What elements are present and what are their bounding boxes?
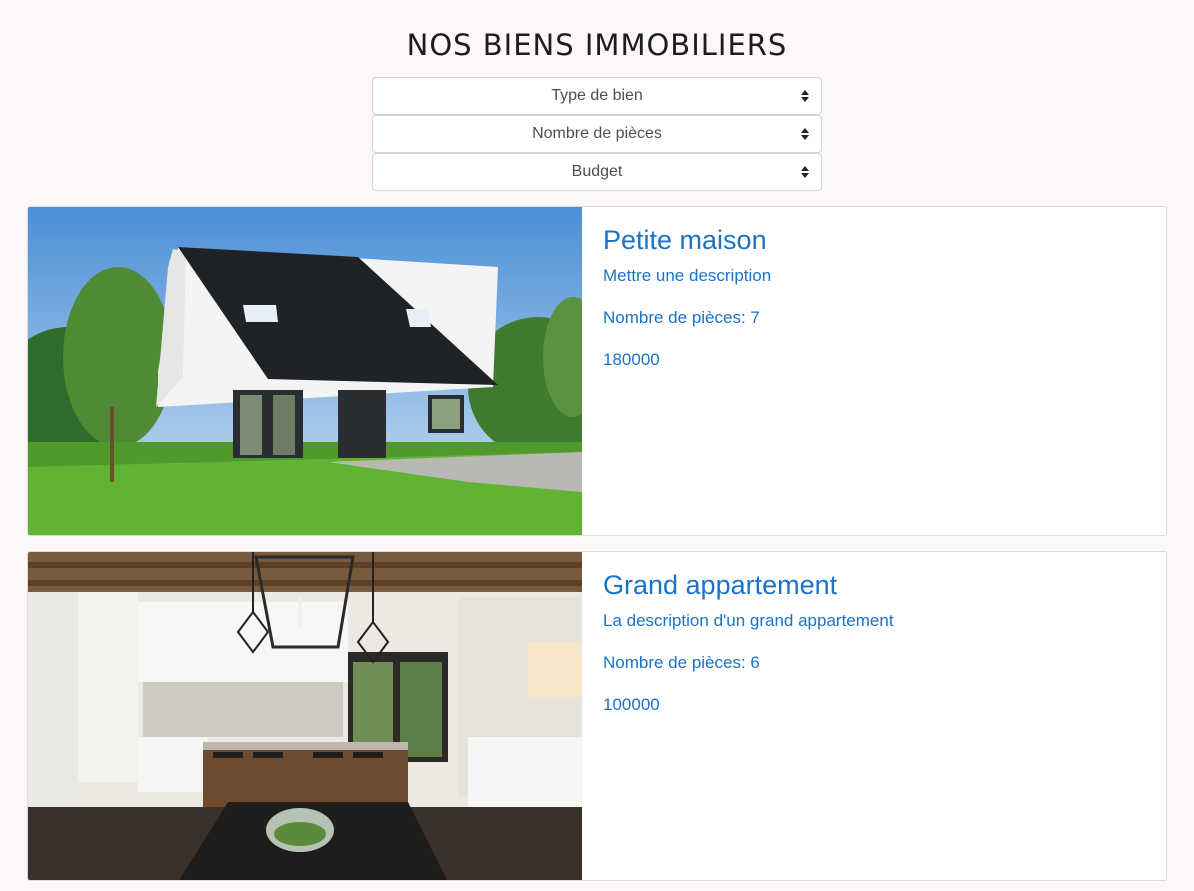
listing-body: Petite maison Mettre une description Nom…: [603, 225, 771, 370]
listing-price: 100000: [603, 695, 660, 714]
sort-arrows-icon: [801, 90, 809, 102]
listing-card[interactable]: Grand appartement La description d'un gr…: [27, 551, 1167, 881]
listing-price: 180000: [603, 350, 660, 369]
page-title: NOS BIENS IMMOBILIERS: [406, 28, 788, 62]
listing-card[interactable]: Petite maison Mettre une description Nom…: [27, 206, 1167, 536]
budget-select[interactable]: Budget: [372, 153, 822, 191]
type-select[interactable]: Type de bien: [372, 77, 822, 115]
budget-select-label: Budget: [571, 163, 623, 180]
listing-rooms: Nombre de pièces: 7: [603, 308, 760, 327]
type-select-label: Type de bien: [551, 87, 643, 104]
listing-description: La description d'un grand appartement: [603, 611, 894, 630]
rooms-select-label: Nombre de pièces: [532, 125, 662, 142]
rooms-select[interactable]: Nombre de pièces: [372, 115, 822, 153]
house-photo: [28, 207, 582, 535]
kitchen-photo: [28, 552, 582, 880]
listing-description: Mettre une description: [603, 266, 772, 285]
listing-title[interactable]: Petite maison: [603, 225, 771, 256]
listing-title[interactable]: Grand appartement: [603, 570, 894, 601]
sort-arrows-icon: [801, 166, 809, 178]
listing-rooms: Nombre de pièces: 6: [603, 653, 760, 672]
listing-body: Grand appartement La description d'un gr…: [603, 570, 894, 715]
filters: Type de bien Nombre de pièces Budget: [372, 77, 822, 191]
sort-arrows-icon: [801, 128, 809, 140]
